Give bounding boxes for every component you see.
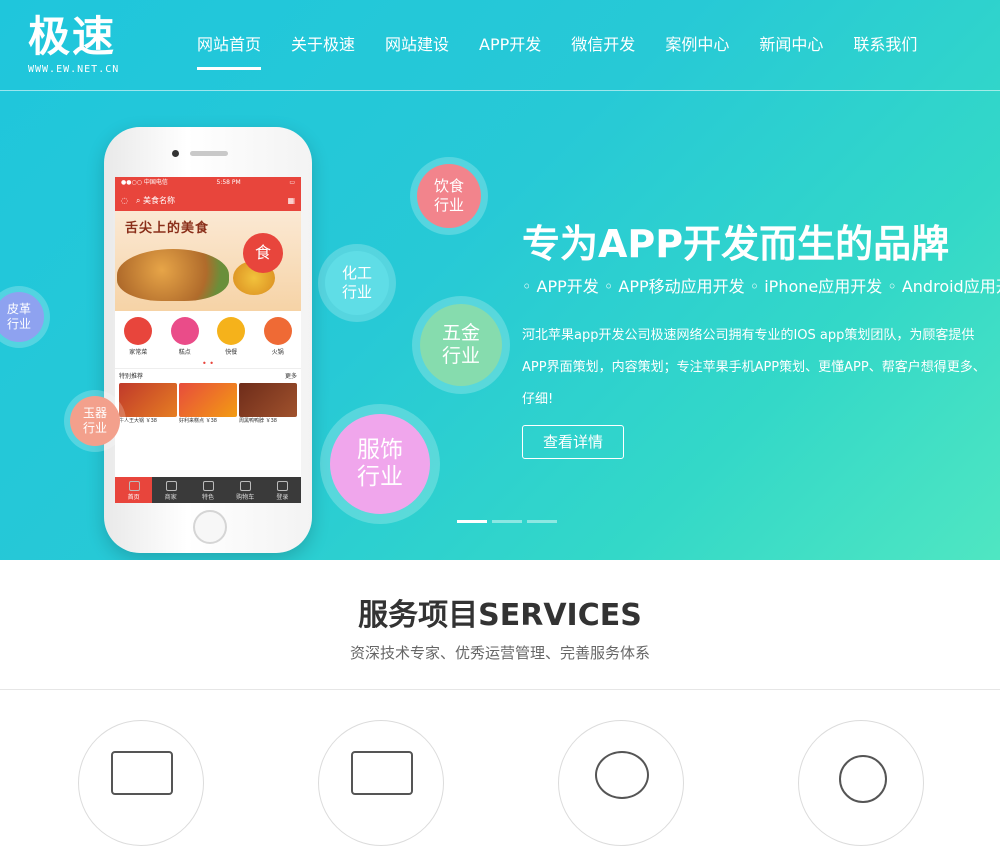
category-icon [217, 317, 246, 345]
burger-image [117, 249, 229, 301]
hero-desc-line: 河北苹果app开发公司极速网络公司拥有专业的IOS app策划团队，为顾客提供 [522, 328, 975, 343]
hero-description: 河北苹果app开发公司极速网络公司拥有专业的IOS app策划团队，为顾客提供 … [522, 320, 1000, 416]
devices-icon [351, 751, 413, 795]
nav-item-home[interactable]: 网站首页 [182, 0, 276, 90]
battery-icon: ▭ [289, 179, 295, 186]
phone-category: 快餐 [217, 317, 246, 356]
phone-mockup: ●●○○ 中国电信 5:58 PM ▭ ◌ ⌕ 美食名称 ▦ 舌尖上的美食 食 … [104, 127, 312, 553]
phone-camera [172, 150, 179, 157]
nav-item-website[interactable]: 网站建设 [370, 0, 464, 90]
main-nav: 网站首页 关于极速 网站建设 APP开发 微信开发 案例中心 新闻中心 联系我们 [182, 0, 932, 90]
category-icon [263, 317, 292, 345]
nav-item-contact[interactable]: 联系我们 [838, 0, 932, 90]
phone-banner-badge: 食 [243, 233, 283, 273]
phone-status-bar: ●●○○ 中国电信 5:58 PM ▭ [115, 177, 301, 189]
phone-food-banner: 舌尖上的美食 食 [115, 211, 301, 311]
phone-category: 家常菜 [124, 317, 153, 356]
phone-product: 牛人王大锅 ￥38 [119, 383, 177, 426]
phone-tab-login: 登录 [264, 477, 301, 503]
bubble-hardware-industry: 五金 行业 [412, 296, 510, 394]
phone-product: 好利来糕点 ￥38 [179, 383, 237, 426]
nav-item-about[interactable]: 关于极速 [276, 0, 370, 90]
monitor-icon [111, 751, 173, 795]
service-card-app[interactable] [318, 720, 444, 846]
slider-dot-2[interactable] [492, 520, 522, 523]
phone-screen: ●●○○ 中国电信 5:58 PM ▭ ◌ ⌕ 美食名称 ▦ 舌尖上的美食 食 … [115, 177, 301, 503]
phone-search: ⌕ 美食名称 [135, 195, 176, 205]
bubble-food-industry: 饮食 行业 [410, 157, 488, 235]
logo-text: 极速 [28, 12, 117, 61]
status-carrier: ●●○○ 中国电信 [121, 179, 168, 186]
product-image [179, 383, 237, 417]
phone-categories: 家常菜 糕点 快餐 火锅 [115, 311, 301, 360]
phone-category: 糕点 [170, 317, 199, 356]
nav-item-app[interactable]: APP开发 [464, 0, 556, 90]
hero-desc-line: APP界面策划，内容策划；专注苹果手机APP策划、更懂APP、帮客户想得更多、 [522, 360, 986, 375]
hero-desc-line: 仔细! [522, 392, 554, 407]
nav-item-wechat[interactable]: 微信开发 [556, 0, 650, 90]
services-divider [0, 689, 1000, 690]
phone-tab-featured: 特色 [189, 477, 226, 503]
nav-item-news[interactable]: 新闻中心 [744, 0, 838, 90]
phone-pager-dots: • • [202, 359, 214, 368]
phone-product: 周黑鸭鸭脖 ￥38 [239, 383, 297, 426]
phone-tab-shops: 商家 [152, 477, 189, 503]
services-subtitle: 资深技术专家、优秀运营管理、完善服务体系 [349, 644, 650, 662]
service-card-marketing[interactable] [798, 720, 924, 846]
phone-home-button [193, 510, 227, 544]
search-icon: ⌕ [135, 195, 144, 205]
service-card-website[interactable] [78, 720, 204, 846]
view-details-button[interactable]: 查看详情 [522, 425, 624, 459]
hero-headline: 专为APP开发而生的品牌 [522, 222, 950, 266]
category-icon [124, 317, 153, 345]
phone-banner-title: 舌尖上的美食 [125, 221, 210, 236]
menu-icon: ▦ [287, 195, 295, 205]
logo[interactable]: 极速 WWW.EW.NET.CN [28, 12, 120, 76]
chat-bubble-icon [595, 751, 649, 799]
product-image [239, 383, 297, 417]
hero-banner: 极速 WWW.EW.NET.CN 网站首页 关于极速 网站建设 APP开发 微信… [0, 0, 1000, 560]
slider-pagination [457, 520, 557, 523]
nav-item-cases[interactable]: 案例中心 [650, 0, 744, 90]
phone-recommend-label: 特别推荐 [119, 373, 144, 380]
phone-speaker [190, 151, 228, 156]
network-icon [839, 755, 887, 803]
hero-tagline: ◦ APP开发 ◦ APP移动应用开发 ◦ iPhone应用开发 ◦ Andro… [522, 277, 1000, 296]
phone-app-bar: ◌ ⌕ 美食名称 ▦ [115, 189, 301, 211]
services-title: 服务项目SERVICES [358, 598, 642, 633]
phone-tab-cart: 购物车 [227, 477, 264, 503]
logo-domain: WWW.EW.NET.CN [28, 64, 120, 75]
status-time: 5:58 PM [216, 179, 241, 186]
phone-category: 火锅 [263, 317, 292, 356]
phone-tab-bar: 首页 商家 特色 购物车 登录 [115, 477, 301, 503]
bubble-jade-industry: 玉器 行业 [64, 390, 126, 452]
chat-icon: ◌ [121, 195, 128, 205]
phone-recommend-more: 更多 [284, 373, 297, 380]
product-image [119, 383, 177, 417]
category-icon [170, 317, 199, 345]
phone-tab-home: 首页 [115, 477, 153, 503]
phone-recommend-header: 特别推荐 更多 [115, 368, 301, 382]
slider-dot-3[interactable] [527, 520, 557, 523]
phone-product-grid: 牛人王大锅 ￥38 好利来糕点 ￥38 周黑鸭鸭脖 ￥38 [115, 382, 301, 427]
bubble-leather-industry: 皮革 行业 [0, 286, 50, 348]
bubble-chemical-industry: 化工 行业 [318, 244, 396, 322]
slider-dot-1[interactable] [457, 520, 487, 523]
service-card-wechat[interactable] [558, 720, 684, 846]
bubble-apparel-industry: 服饰 行业 [320, 404, 440, 524]
